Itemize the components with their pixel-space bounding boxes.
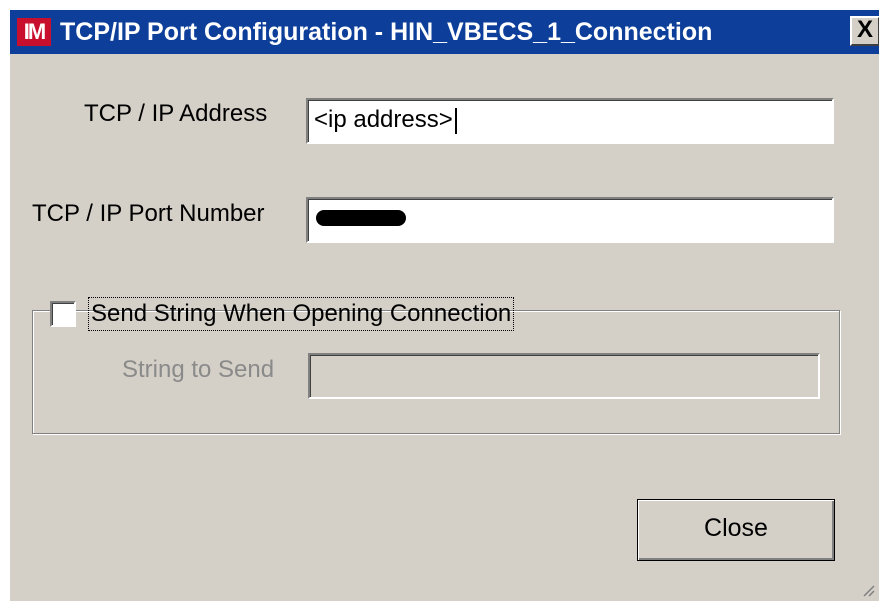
send-string-checkbox-label[interactable]: Send String When Opening Connection bbox=[88, 297, 515, 331]
title-bar[interactable]: IM TCP/IP Port Configuration - HIN_VBECS… bbox=[10, 10, 879, 54]
string-to-send-label: String to Send bbox=[122, 356, 275, 383]
port-number-input[interactable] bbox=[306, 197, 834, 243]
ip-address-label: TCP / IP Address bbox=[84, 100, 268, 127]
ip-address-input[interactable]: <ip address> bbox=[306, 98, 834, 144]
string-to-send-input[interactable] bbox=[308, 353, 820, 399]
port-number-label: TCP / IP Port Number bbox=[32, 200, 265, 227]
close-button[interactable]: Close bbox=[637, 499, 835, 561]
dialog-window: IM TCP/IP Port Configuration - HIN_VBECS… bbox=[9, 9, 879, 601]
send-string-legend: Send String When Opening Connection bbox=[50, 297, 515, 331]
redacted-port-value bbox=[316, 210, 406, 226]
app-logo-icon: IM bbox=[17, 18, 51, 46]
resize-grip-icon[interactable] bbox=[861, 583, 875, 597]
ip-address-value: <ip address> bbox=[314, 106, 453, 133]
window-title: TCP/IP Port Configuration - HIN_VBECS_1_… bbox=[60, 18, 713, 46]
text-caret bbox=[454, 107, 457, 134]
send-string-checkbox[interactable] bbox=[50, 301, 76, 327]
close-window-icon[interactable]: X bbox=[850, 16, 879, 46]
